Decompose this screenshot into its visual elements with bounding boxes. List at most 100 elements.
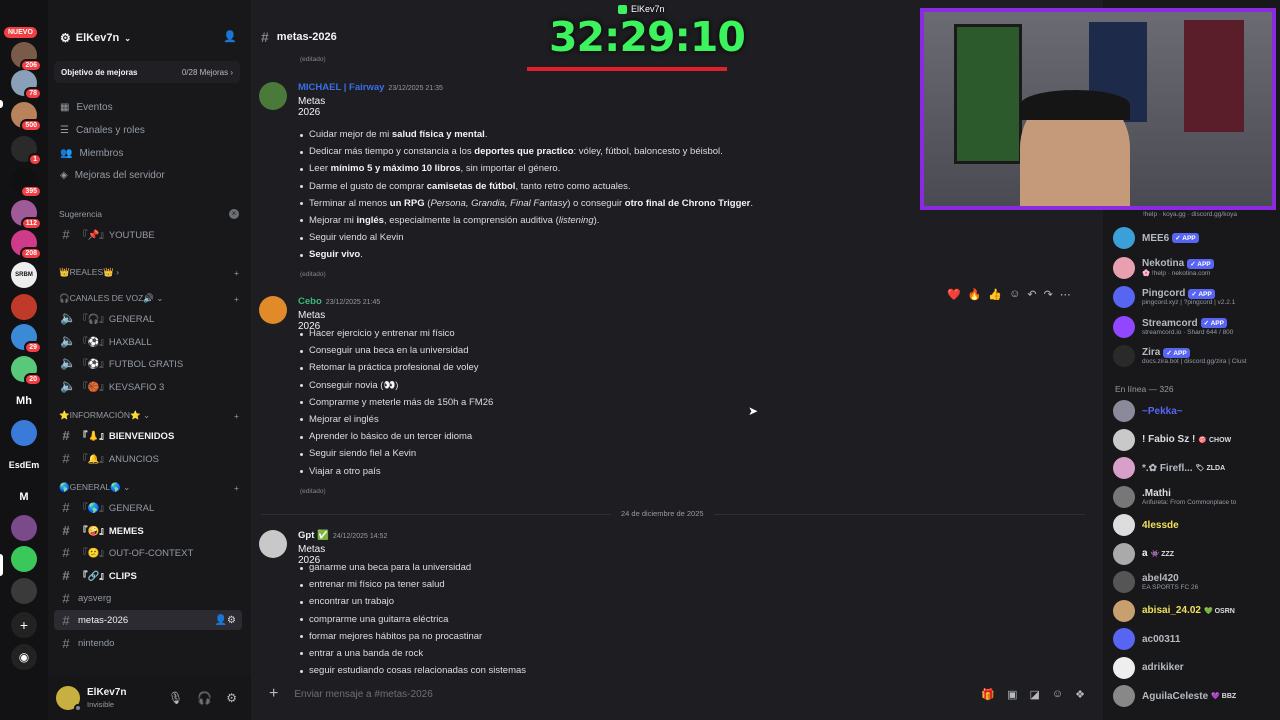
member-row[interactable]: ~Pekka~ bbox=[1113, 398, 1278, 424]
server-icon[interactable]: 395 bbox=[11, 168, 42, 198]
list-item-text: ). bbox=[593, 214, 600, 226]
member-row[interactable]: adrikiker bbox=[1113, 655, 1278, 681]
boost-goal[interactable]: Objetivo de mejoras 0/28 Mejoras › bbox=[54, 61, 240, 83]
server-icon[interactable]: 206 bbox=[11, 42, 42, 72]
avatar[interactable] bbox=[259, 530, 287, 558]
member-status: pingcord.xyz | ?pingcord | v2.2.1 bbox=[1142, 299, 1236, 306]
reaction-fire[interactable]: 🔥 bbox=[968, 288, 982, 301]
author-name[interactable]: MICHAEL | Fairway bbox=[298, 82, 384, 93]
server-icon[interactable] bbox=[11, 515, 37, 541]
category-info[interactable]: ⭐INFORMACIÓN⭐ ⌄ + bbox=[59, 410, 239, 421]
sticker-icon[interactable]: ◪ bbox=[1029, 688, 1039, 701]
channel-youtube[interactable]: # 『📌』YOUTUBE bbox=[54, 224, 242, 244]
channel-memes[interactable]: # 『🤪』MEMES bbox=[54, 520, 242, 540]
server-icon-esdem[interactable]: EsdEm bbox=[4, 452, 44, 478]
list-item: ganarme una beca para la universidad bbox=[298, 559, 526, 576]
server-icon[interactable]: SRBM bbox=[11, 262, 37, 288]
server-icon[interactable] bbox=[11, 420, 37, 446]
category-general[interactable]: 🌎GENERAL🌎 ⌄ + bbox=[59, 482, 239, 493]
voice-channel[interactable]: 🔈 『⚽』FUTBOL GRATIS bbox=[54, 353, 242, 373]
emoji-icon[interactable]: ☺ bbox=[1052, 688, 1063, 701]
member-row[interactable]: abel420 EA SPORTS FC 26 bbox=[1113, 569, 1278, 595]
category-label: Sugerencia bbox=[59, 209, 103, 219]
server-icon[interactable]: 1 bbox=[11, 136, 42, 166]
plus-icon[interactable]: + bbox=[234, 483, 239, 493]
add-reaction-icon[interactable]: ☺ bbox=[1009, 288, 1020, 300]
more-icon[interactable]: ⋯ bbox=[1060, 288, 1071, 301]
server-icon[interactable] bbox=[11, 578, 37, 604]
server-icon[interactable]: 500 bbox=[11, 102, 42, 132]
server-icon[interactable] bbox=[11, 294, 37, 320]
channel-anuncios[interactable]: # 『🔔』ANUNCIOS bbox=[54, 448, 242, 468]
plus-icon[interactable]: + bbox=[234, 411, 239, 421]
nav-channels-roles[interactable]: ☰ Canales y roles bbox=[60, 125, 145, 136]
channel-settings-icon[interactable]: 👤⚙ bbox=[215, 615, 236, 626]
nav-events[interactable]: ▦ Eventos bbox=[60, 102, 113, 113]
nav-boosts[interactable]: ◈ Mejoras del servidor bbox=[60, 170, 165, 181]
avatar[interactable] bbox=[259, 296, 287, 324]
plus-icon[interactable]: + bbox=[234, 294, 239, 304]
verified-icon: ✅ bbox=[317, 530, 329, 541]
channel-general[interactable]: # 『🌎』GENERAL bbox=[54, 497, 242, 517]
member-row[interactable]: Nekotina ✓ APP 🌸 !help · nekotina.com bbox=[1113, 255, 1278, 281]
avatar[interactable] bbox=[56, 686, 82, 712]
gift-icon[interactable]: 🎁 bbox=[981, 688, 995, 701]
microphone-icon[interactable]: 🎙 bbox=[168, 691, 183, 705]
author-name[interactable]: Gpt bbox=[298, 530, 314, 541]
reaction-thumb[interactable]: 👍 bbox=[988, 288, 1002, 301]
reply-icon[interactable]: ↶ bbox=[1027, 288, 1036, 301]
voice-channel[interactable]: 🔈 『⚽』HAXBALL bbox=[54, 331, 242, 351]
channel-label: 『⚽』FUTBOL GRATIS bbox=[78, 359, 184, 370]
invite-icon[interactable]: 👤 bbox=[223, 30, 237, 43]
author-name[interactable]: Cebo bbox=[298, 296, 322, 307]
member-row[interactable]: abisai_24.02 💚 OSRN bbox=[1113, 598, 1278, 624]
apps-icon[interactable]: ❖ bbox=[1075, 688, 1085, 701]
server-icon[interactable] bbox=[11, 546, 37, 572]
avatar bbox=[1113, 485, 1135, 508]
plus-icon[interactable]: + bbox=[234, 268, 239, 278]
member-row[interactable]: AguilaCeleste 💜 BBZ bbox=[1113, 683, 1278, 709]
member-row[interactable]: .Mathi Arifureta: From Commonplace to bbox=[1113, 484, 1278, 510]
message-input[interactable]: + Enviar mensaje a #metas-2026 🎁 ▣ ◪ ☺ ❖ bbox=[259, 681, 1095, 707]
category-voice[interactable]: 🎧CANALES DE VOZ🔊 ⌄ + bbox=[59, 293, 239, 304]
close-icon[interactable]: × bbox=[229, 209, 239, 219]
channel-aysverg[interactable]: # aysverg bbox=[54, 588, 242, 608]
voice-channel[interactable]: 🔈 『🎧』GENERAL bbox=[54, 308, 242, 328]
compass-icon[interactable]: ◉ bbox=[11, 644, 37, 670]
gif-icon[interactable]: ▣ bbox=[1007, 688, 1017, 701]
list-item: Cuidar mejor de mi salud física y mental… bbox=[298, 126, 753, 143]
member-row[interactable]: Streamcord ✓ APP streamcord.io · Shard 644… bbox=[1113, 314, 1278, 340]
input-placeholder: Enviar mensaje a #metas-2026 bbox=[294, 688, 433, 700]
server-icon[interactable]: 29 bbox=[11, 324, 42, 354]
server-icon-m[interactable]: M bbox=[11, 484, 37, 510]
server-icon-mh[interactable]: Mh bbox=[11, 388, 37, 414]
add-server-icon[interactable]: + bbox=[11, 612, 37, 638]
avatar[interactable] bbox=[259, 82, 287, 110]
server-icon[interactable]: 20 bbox=[11, 356, 42, 386]
headphones-icon[interactable]: 🎧 bbox=[197, 691, 212, 705]
nav-members[interactable]: 👥 Miembros bbox=[60, 148, 123, 159]
member-row[interactable]: MEE6 ✓ APP bbox=[1113, 225, 1278, 251]
channel-out-of-context[interactable]: # 『😕』OUT-OF-CONTEXT bbox=[54, 542, 242, 562]
member-row[interactable]: ac00311 bbox=[1113, 626, 1278, 652]
channel-clips[interactable]: # 『🔗』CLIPS bbox=[54, 565, 242, 585]
server-icon[interactable]: 112 bbox=[11, 200, 42, 230]
server-icon[interactable]: 78 bbox=[11, 70, 42, 100]
member-row[interactable]: ! Fabio Sz ! 🎯 CHOW bbox=[1113, 427, 1278, 453]
settings-icon[interactable]: ⚙ bbox=[226, 691, 237, 705]
member-row[interactable]: a 👾 ZZZ bbox=[1113, 541, 1278, 567]
channel-nintendo[interactable]: # nintendo bbox=[54, 633, 242, 653]
server-name[interactable]: ⚙ ElKev7n ⌄ bbox=[60, 31, 131, 45]
category-reales[interactable]: 👑REALES👑 › + bbox=[59, 267, 239, 278]
member-row[interactable]: Pingcord ✓ APP pingcord.xyz | ?pingcord | … bbox=[1113, 284, 1278, 310]
forward-icon[interactable]: ↷ bbox=[1044, 288, 1053, 301]
member-row[interactable]: *.✿ Firefl... 🏷 ZLDA bbox=[1113, 455, 1278, 481]
member-row[interactable]: 4lessde bbox=[1113, 512, 1278, 538]
plus-icon[interactable]: + bbox=[269, 685, 278, 703]
channel-metas-2026[interactable]: # metas-2026 👤⚙ bbox=[54, 610, 242, 630]
channel-bienvenidos[interactable]: # 『👃』BIENVENIDOS bbox=[54, 425, 242, 445]
member-row[interactable]: Zira ✓ APP docs.zira.bot | discord.gg/zira… bbox=[1113, 343, 1278, 369]
server-icon[interactable]: 208 bbox=[11, 230, 42, 260]
reaction-heart[interactable]: ❤️ bbox=[947, 288, 961, 301]
voice-channel[interactable]: 🔈 『🏀』KEVSAFIO 3 bbox=[54, 376, 242, 396]
